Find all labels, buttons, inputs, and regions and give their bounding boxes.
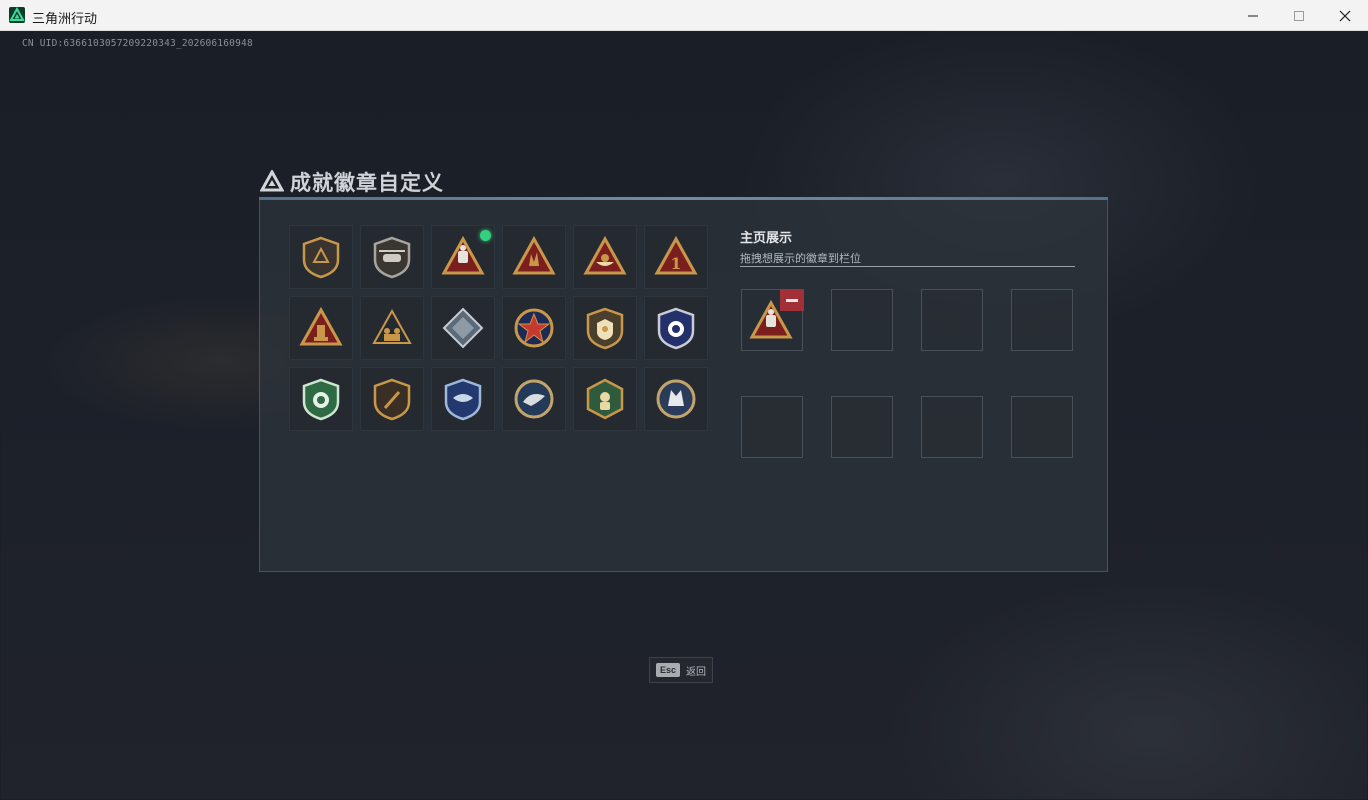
maximize-button[interactable] [1276, 0, 1322, 31]
minimize-icon [1248, 15, 1258, 16]
window-title: 三角洲行动 [32, 11, 98, 26]
badge-cell[interactable] [573, 296, 637, 360]
showcase-slot-filled[interactable] [741, 289, 804, 351]
badge-collection-grid: 1 [289, 225, 708, 431]
badge-cell[interactable] [431, 225, 495, 289]
badge-cell[interactable] [289, 367, 353, 431]
remove-badge-button[interactable] [780, 289, 804, 311]
dialog-title: 成就徽章自定义 [290, 172, 444, 195]
back-button[interactable]: Esc 返回 [649, 657, 714, 683]
showcase-divider [740, 266, 1075, 267]
delta-shield-badge-icon [302, 236, 340, 279]
badge-cell[interactable] [360, 296, 424, 360]
badge-cell[interactable] [644, 296, 708, 360]
showcase-slot-empty[interactable] [741, 396, 803, 458]
badge-cell[interactable] [502, 296, 566, 360]
showcase-slot-empty[interactable] [1011, 289, 1073, 351]
blue-crest-badge-icon [657, 307, 695, 350]
showcase-slot-empty[interactable] [1011, 396, 1073, 458]
delta-logo-icon [260, 170, 284, 192]
star-emblem-badge-icon [514, 308, 554, 348]
operator-triangle-badge-icon [441, 235, 485, 275]
badge-cell[interactable] [502, 225, 566, 289]
boat-triangle-badge-icon [583, 235, 627, 275]
badge-cell[interactable] [289, 225, 353, 289]
tower-triangle-badge-icon [299, 306, 343, 346]
badge-cell[interactable] [431, 296, 495, 360]
badge-cell[interactable] [573, 225, 637, 289]
badge-cell[interactable]: 1 [644, 225, 708, 289]
esc-key-badge: Esc [656, 663, 681, 677]
green-hex-badge-icon [586, 378, 624, 420]
svg-text:1: 1 [670, 254, 681, 273]
uid-label: CN UID:6366103057209220343_202606160948 [22, 38, 253, 49]
wolf-round-badge-icon [656, 379, 696, 419]
badge-cell[interactable] [289, 296, 353, 360]
badge-customize-dialog: 1 主页展示 拖拽想展示的徽章到栏位 [259, 200, 1108, 572]
eagle-round-badge-icon [514, 379, 554, 419]
close-button[interactable] [1322, 0, 1368, 31]
close-icon [1339, 10, 1351, 21]
hand-sign-triangle-badge-icon [512, 235, 556, 275]
showcase-slot-empty[interactable] [921, 289, 983, 351]
delta-logo-icon [9, 7, 25, 23]
number-one-triangle-badge-icon: 1 [654, 235, 698, 275]
showcase-header: 主页展示 拖拽想展示的徽章到栏位 [740, 227, 1075, 266]
showcase-slot-grid [741, 289, 1073, 458]
squad-triangle-badge-icon [372, 308, 412, 344]
badge-cell[interactable] [573, 367, 637, 431]
gold-shield-badge-icon [586, 307, 624, 350]
badge-cell[interactable] [360, 225, 424, 289]
showcase-slot-empty[interactable] [921, 396, 983, 458]
badge-cell[interactable] [644, 367, 708, 431]
green-lion-shield-badge-icon [302, 378, 340, 421]
maximize-icon [1294, 10, 1304, 21]
badge-cell[interactable] [431, 367, 495, 431]
diamond-gem-badge-icon [442, 307, 484, 349]
back-label: 返回 [686, 666, 707, 678]
selected-indicator [480, 230, 491, 241]
minimize-button[interactable] [1230, 0, 1276, 31]
dialog-header: 成就徽章自定义 [260, 168, 444, 196]
showcase-slot-empty[interactable] [831, 289, 893, 351]
blue-wings-shield-badge-icon [444, 378, 482, 421]
knife-shield-badge-icon [373, 378, 411, 421]
badge-cell[interactable] [360, 367, 424, 431]
showcase-title: 主页展示 [740, 230, 793, 245]
badge-cell[interactable] [502, 367, 566, 431]
minus-icon [786, 298, 798, 302]
showcase-slot-empty[interactable] [831, 396, 893, 458]
window-titlebar: 三角洲行动 [0, 0, 1368, 31]
helicopter-shield-badge-icon [373, 236, 411, 279]
showcase-subtitle: 拖拽想展示的徽章到栏位 [740, 253, 861, 265]
